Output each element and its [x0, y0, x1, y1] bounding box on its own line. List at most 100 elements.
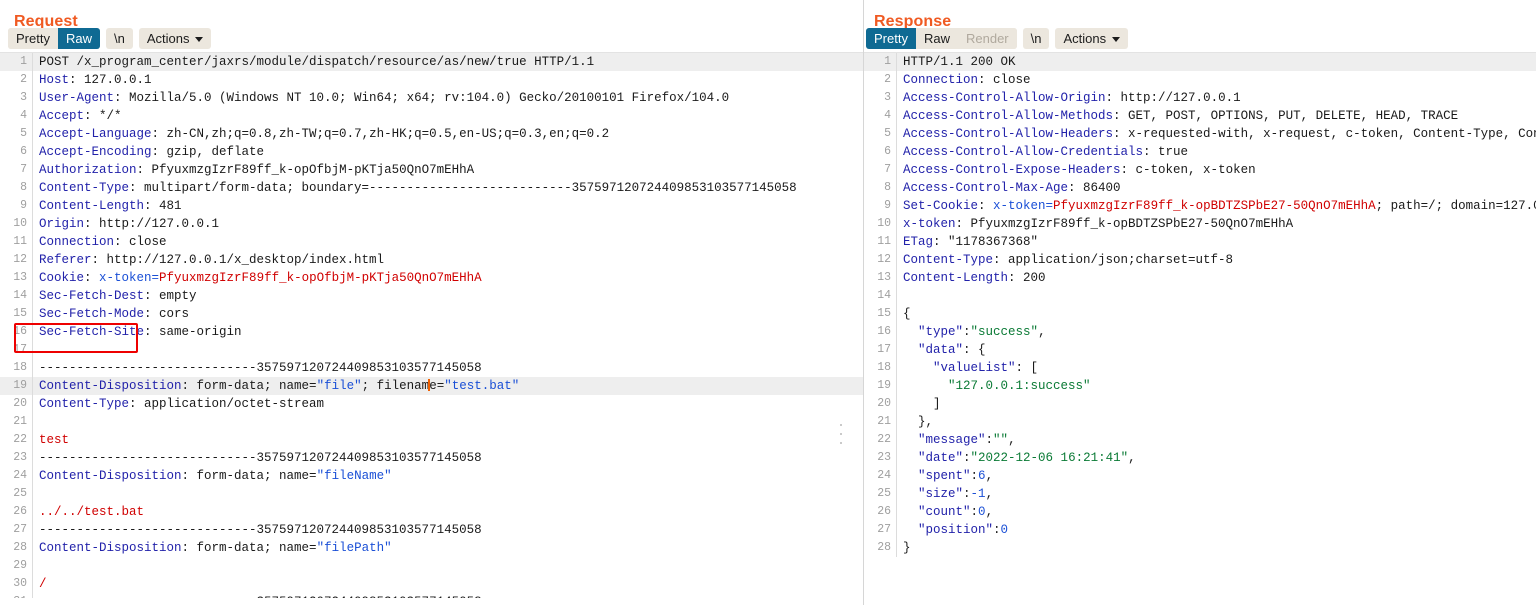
pane-splitter-handle[interactable]: [838, 424, 843, 444]
line-number: 28: [864, 539, 897, 557]
line-source[interactable]: "message":"",: [897, 431, 1536, 449]
line-source[interactable]: ]: [897, 395, 1536, 413]
code-token: Content-Type: [39, 397, 130, 411]
line-source[interactable]: [897, 287, 1536, 305]
line-source[interactable]: Content-Disposition: form-data; name="fi…: [33, 539, 865, 557]
line-source[interactable]: User-Agent: Mozilla/5.0 (Windows NT 10.0…: [33, 89, 865, 107]
line-source[interactable]: Connection: close: [33, 233, 865, 251]
line-source[interactable]: x-token: PfyuxmzgIzrF89ff_k-opBDTZSPbE27…: [897, 215, 1536, 233]
line-source[interactable]: HTTP/1.1 200 OK: [896, 53, 1536, 71]
request-editor[interactable]: 1 POST /x_program_center/jaxrs/module/dis…: [0, 52, 864, 598]
line-source[interactable]: Content-Disposition: form-data; name="fi…: [33, 467, 865, 485]
line-number: 27: [864, 521, 897, 539]
code-token: Referer: [39, 253, 92, 267]
tab-response-pretty[interactable]: Pretty: [866, 28, 916, 49]
line-source[interactable]: "valueList": [: [897, 359, 1536, 377]
line-source[interactable]: Access-Control-Allow-Origin: http://127.…: [897, 89, 1536, 107]
line-source[interactable]: "date":"2022-12-06 16:21:41",: [897, 449, 1536, 467]
code-token: /: [39, 577, 47, 591]
code-line: 23 "date":"2022-12-06 16:21:41",: [864, 449, 1536, 467]
line-source[interactable]: Sec-Fetch-Site: same-origin: [33, 323, 865, 341]
tab-request-newline[interactable]: \n: [105, 28, 133, 49]
line-source[interactable]: Content-Type: multipart/form-data; bound…: [33, 179, 865, 197]
line-source[interactable]: Connection: close: [897, 71, 1536, 89]
line-source[interactable]: Accept-Encoding: gzip, deflate: [33, 143, 865, 161]
tab-response-raw[interactable]: Raw: [915, 28, 958, 49]
line-source[interactable]: test: [33, 431, 865, 449]
code-token: }: [903, 541, 911, 555]
code-token: Access-Control-Expose-Headers: [903, 163, 1121, 177]
line-source[interactable]: [33, 413, 865, 431]
line-source[interactable]: POST /x_program_center/jaxrs/module/disp…: [32, 53, 864, 71]
line-source[interactable]: Authorization: PfyuxmzgIzrF89ff_k-opOfbj…: [33, 161, 865, 179]
line-source[interactable]: {: [897, 305, 1536, 323]
line-source[interactable]: Host: 127.0.0.1: [33, 71, 865, 89]
request-actions-button[interactable]: Actions: [138, 28, 212, 49]
line-source[interactable]: "127.0.0.1:success": [897, 377, 1536, 395]
line-source[interactable]: Accept: */*: [33, 107, 865, 125]
line-source[interactable]: Sec-Fetch-Dest: empty: [33, 287, 865, 305]
code-token: ,: [985, 469, 994, 483]
line-source[interactable]: },: [897, 413, 1536, 431]
line-source[interactable]: Access-Control-Allow-Headers: x-requeste…: [897, 125, 1536, 143]
tab-response-newline[interactable]: \n: [1022, 28, 1050, 49]
line-source[interactable]: -----------------------------35759712072…: [33, 593, 865, 598]
code-token: : http://127.0.0.1: [1105, 91, 1241, 105]
code-token: test: [39, 433, 70, 447]
line-number: 10: [864, 215, 897, 233]
line-source[interactable]: [33, 485, 865, 503]
code-token: : 86400: [1068, 181, 1121, 195]
line-source[interactable]: -----------------------------35759712072…: [33, 359, 865, 377]
line-number: 18: [864, 359, 897, 377]
line-number: 24: [0, 467, 33, 485]
code-token: ; path=/; domain=127.0.0.1: [1375, 199, 1536, 213]
response-vertical-scrollbar[interactable]: [1532, 53, 1536, 598]
line-source[interactable]: ../../test.bat: [33, 503, 865, 521]
response-editor[interactable]: 1 HTTP/1.1 200 OK 2 Connection: close 3 Acces…: [864, 52, 1536, 598]
line-source[interactable]: Content-Length: 481: [33, 197, 865, 215]
line-source[interactable]: -----------------------------35759712072…: [33, 521, 865, 539]
line-source[interactable]: "size":-1,: [897, 485, 1536, 503]
response-actions-button[interactable]: Actions: [1055, 28, 1129, 49]
line-number: 6: [0, 143, 33, 161]
line-source[interactable]: Set-Cookie: x-token=PfyuxmzgIzrF89ff_k-o…: [897, 197, 1536, 215]
code-line: 2 Connection: close: [864, 71, 1536, 89]
line-number: 6: [864, 143, 897, 161]
tab-response-render[interactable]: Render: [957, 28, 1017, 49]
line-source[interactable]: -----------------------------35759712072…: [33, 449, 865, 467]
code-token: Access-Control-Max-Age: [903, 181, 1069, 195]
line-source[interactable]: "type":"success",: [897, 323, 1536, 341]
line-source[interactable]: "count":0,: [897, 503, 1536, 521]
line-source[interactable]: "spent":6,: [897, 467, 1536, 485]
line-source[interactable]: Sec-Fetch-Mode: cors: [33, 305, 865, 323]
line-source[interactable]: Access-Control-Allow-Methods: GET, POST,…: [897, 107, 1536, 125]
line-source[interactable]: Content-Disposition: form-data; name="fi…: [32, 377, 864, 395]
line-number: 14: [0, 287, 33, 305]
line-source[interactable]: ETag: "1178367368": [897, 233, 1536, 251]
line-source[interactable]: Content-Length: 200: [897, 269, 1536, 287]
code-token: : GET, POST, OPTIONS, PUT, DELETE, HEAD,…: [1113, 109, 1459, 123]
line-source[interactable]: Cookie: x-token=PfyuxmzgIzrF89ff_k-opOfb…: [33, 269, 865, 287]
line-source[interactable]: Access-Control-Expose-Headers: c-token, …: [897, 161, 1536, 179]
line-source[interactable]: Accept-Language: zh-CN,zh;q=0.8,zh-TW;q=…: [33, 125, 865, 143]
code-line: 7 Access-Control-Expose-Headers: c-token,…: [864, 161, 1536, 179]
line-source[interactable]: Referer: http://127.0.0.1/x_desktop/inde…: [33, 251, 865, 269]
line-source[interactable]: [33, 557, 865, 575]
line-source[interactable]: Content-Type: application/octet-stream: [33, 395, 865, 413]
line-source[interactable]: Content-Type: application/json;charset=u…: [897, 251, 1536, 269]
line-source[interactable]: }: [897, 539, 1536, 557]
line-source[interactable]: /: [33, 575, 865, 593]
line-number: 8: [864, 179, 897, 197]
line-source[interactable]: Access-Control-Max-Age: 86400: [897, 179, 1536, 197]
line-source[interactable]: Access-Control-Allow-Credentials: true: [897, 143, 1536, 161]
tab-request-raw[interactable]: Raw: [57, 28, 100, 49]
line-source[interactable]: [33, 341, 865, 359]
line-source[interactable]: "data": {: [897, 341, 1536, 359]
code-token: x-token: [903, 217, 956, 231]
code-token: : cors: [144, 307, 190, 321]
line-source[interactable]: "position":0: [897, 521, 1536, 539]
line-number: 13: [0, 269, 33, 287]
tab-request-pretty[interactable]: Pretty: [8, 28, 58, 49]
line-source[interactable]: Origin: http://127.0.0.1: [33, 215, 865, 233]
